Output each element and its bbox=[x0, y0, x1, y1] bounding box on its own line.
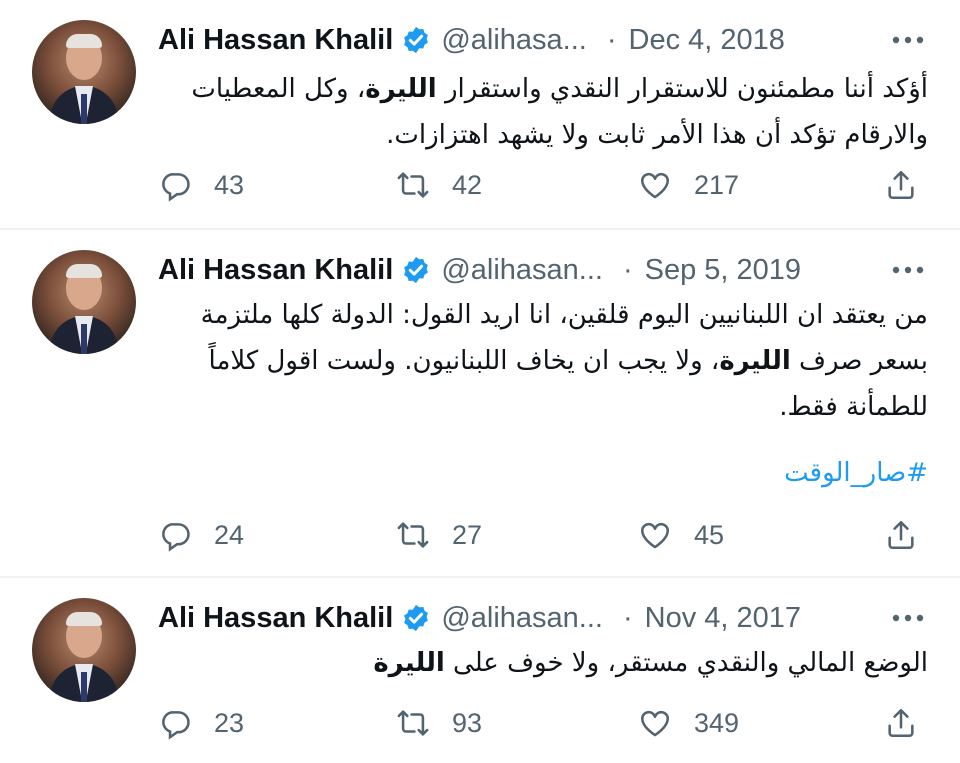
more-dots-icon[interactable] bbox=[888, 598, 928, 638]
tweet-header: Ali Hassan Khalil @alihasan... · Nov 4, … bbox=[158, 598, 928, 638]
tweet-text: أؤكد أننا مطمئنون للاستقرار النقدي واستق… bbox=[158, 66, 928, 158]
verified-badge-icon bbox=[404, 256, 429, 284]
tweet-text: من يعتقد ان اللبنانيين اليوم قلقين، انا … bbox=[158, 292, 928, 430]
retweet-button[interactable]: 27 bbox=[396, 515, 482, 555]
heart-icon bbox=[640, 522, 670, 549]
tweet-text-line: بسعر صرف الليرة، ولا يجب ان يخاف اللبنان… bbox=[208, 346, 928, 376]
more-dots-icon[interactable] bbox=[888, 20, 928, 60]
author-handle[interactable]: @alihasan... bbox=[441, 602, 603, 635]
like-button[interactable]: 349 bbox=[638, 703, 739, 743]
reply-button[interactable]: 23 bbox=[158, 703, 244, 743]
share-button[interactable] bbox=[884, 165, 918, 205]
reply-button[interactable]: 24 bbox=[158, 515, 244, 555]
reply-count: 43 bbox=[214, 169, 245, 200]
retweet-arrows-icon bbox=[397, 172, 429, 198]
highlight-word: الليرة bbox=[365, 74, 437, 104]
retweet-arrows-icon bbox=[397, 522, 429, 548]
like-count: 45 bbox=[694, 519, 725, 550]
share-upload-icon bbox=[888, 520, 914, 550]
avatar[interactable] bbox=[32, 20, 136, 124]
reply-count: 23 bbox=[214, 707, 245, 738]
hashtag-link[interactable]: #صار_الوقت bbox=[158, 458, 928, 488]
author-handle[interactable]: @alihasan... bbox=[441, 254, 603, 287]
retweet-count: 42 bbox=[452, 169, 483, 200]
tweet-text-line: أؤكد أننا مطمئنون للاستقرار النقدي واستق… bbox=[191, 74, 928, 104]
author-name[interactable]: Ali Hassan Khalil bbox=[158, 24, 393, 57]
verified-badge-icon bbox=[404, 604, 429, 632]
tweet-header: Ali Hassan Khalil @alihasan... · Sep 5, … bbox=[158, 250, 928, 290]
tweet-actions: 43 42 217 bbox=[158, 165, 928, 205]
tweet[interactable]: Ali Hassan Khalil @alihasan... · Sep 5, … bbox=[0, 230, 960, 575]
reply-bubble-icon bbox=[162, 173, 190, 202]
retweet-button[interactable]: 42 bbox=[396, 165, 482, 205]
tweet-text-line: من يعتقد ان اللبنانيين اليوم قلقين، انا … bbox=[200, 300, 928, 330]
retweet-button[interactable]: 93 bbox=[396, 703, 482, 743]
like-count: 217 bbox=[694, 169, 740, 200]
share-upload-icon bbox=[888, 708, 914, 738]
tweet[interactable]: Ali Hassan Khalil @alihasa... · Dec 4, 2… bbox=[0, 0, 960, 228]
tweet-text-line: الوضع المالي والنقدي مستقر، ولا خوف على … bbox=[373, 648, 928, 678]
avatar[interactable] bbox=[32, 598, 136, 702]
reply-bubble-icon bbox=[162, 523, 190, 552]
share-upload-icon bbox=[888, 170, 914, 200]
retweet-count: 93 bbox=[452, 707, 483, 738]
tweet-header: Ali Hassan Khalil @alihasa... · Dec 4, 2… bbox=[158, 20, 928, 60]
author-name[interactable]: Ali Hassan Khalil bbox=[158, 602, 393, 635]
tweet[interactable]: Ali Hassan Khalil @alihasan... · Nov 4, … bbox=[0, 578, 960, 763]
separator-dot: · bbox=[622, 253, 633, 286]
heart-icon bbox=[640, 710, 670, 737]
author-handle[interactable]: @alihasa... bbox=[441, 24, 587, 57]
reply-bubble-icon bbox=[162, 711, 190, 740]
tweet-date[interactable]: Sep 5, 2019 bbox=[645, 254, 801, 287]
share-button[interactable] bbox=[884, 515, 918, 555]
tweet-actions: 23 93 349 bbox=[158, 703, 928, 743]
share-button[interactable] bbox=[884, 703, 918, 743]
retweet-arrows-icon bbox=[397, 710, 429, 736]
author-name[interactable]: Ali Hassan Khalil bbox=[158, 254, 393, 287]
verified-badge-icon bbox=[404, 26, 429, 54]
highlight-word: الليرة bbox=[719, 346, 791, 376]
separator-dot: · bbox=[622, 601, 633, 634]
tweet-text-line: والارقام تؤكد أن هذا الأمر ثابت ولا يشهد… bbox=[386, 120, 928, 150]
reply-button[interactable]: 43 bbox=[158, 165, 244, 205]
retweet-count: 27 bbox=[452, 519, 483, 550]
separator-dot: · bbox=[606, 23, 617, 56]
tweet-text: الوضع المالي والنقدي مستقر، ولا خوف على … bbox=[158, 640, 928, 686]
like-count: 349 bbox=[694, 707, 740, 738]
more-dots-icon[interactable] bbox=[888, 250, 928, 290]
avatar[interactable] bbox=[32, 250, 136, 354]
tweet-actions: 24 27 45 bbox=[158, 515, 928, 555]
tweet-date[interactable]: Dec 4, 2018 bbox=[629, 24, 785, 57]
tweet-text-line: للطمأنة فقط. bbox=[779, 392, 928, 422]
tweet-date[interactable]: Nov 4, 2017 bbox=[645, 602, 801, 635]
heart-icon bbox=[640, 172, 670, 199]
like-button[interactable]: 217 bbox=[638, 165, 739, 205]
like-button[interactable]: 45 bbox=[638, 515, 724, 555]
highlight-word: الليرة bbox=[373, 648, 445, 678]
reply-count: 24 bbox=[214, 519, 245, 550]
